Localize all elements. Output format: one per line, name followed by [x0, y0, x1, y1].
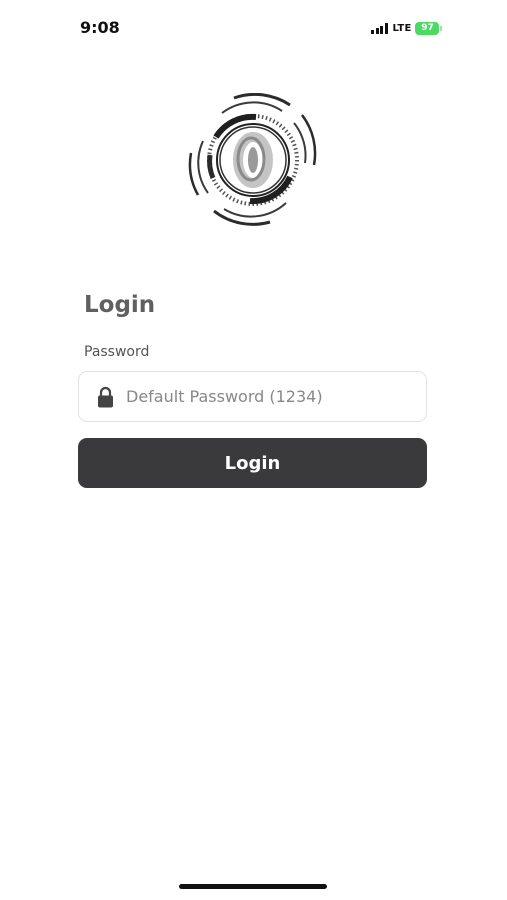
status-bar: 9:08 LTE 97: [0, 0, 507, 56]
password-label: Password: [84, 344, 150, 360]
login-button[interactable]: Login: [78, 438, 427, 488]
network-type: LTE: [392, 22, 412, 34]
logo-icon: [188, 93, 317, 226]
home-indicator[interactable]: [179, 884, 327, 889]
signal-icon: [371, 22, 388, 34]
password-field[interactable]: [78, 371, 427, 422]
battery-tip: [440, 25, 443, 31]
status-time: 9:08: [80, 18, 120, 37]
login-title: Login: [84, 292, 156, 318]
status-indicators: LTE 97: [371, 20, 443, 36]
battery-icon: 97: [415, 21, 440, 35]
battery-level: 97: [421, 22, 434, 33]
password-input[interactable]: [126, 381, 426, 412]
lock-icon: [98, 386, 113, 407]
